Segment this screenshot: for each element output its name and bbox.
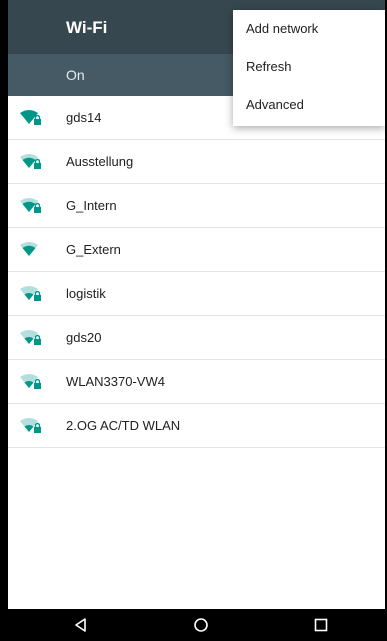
network-name: gds14 bbox=[66, 110, 102, 125]
wifi-signal-icon bbox=[19, 329, 43, 347]
page-title: Wi-Fi bbox=[66, 18, 108, 37]
network-name: G_Intern bbox=[66, 198, 117, 213]
network-row[interactable]: logistik bbox=[8, 272, 385, 316]
system-navigation-bar bbox=[8, 609, 385, 641]
wifi-signal-icon bbox=[19, 373, 43, 391]
network-row[interactable]: 2.OG AC/TD WLAN bbox=[8, 404, 385, 448]
wifi-signal-icon bbox=[19, 285, 43, 303]
network-row[interactable]: WLAN3370-VW4 bbox=[8, 360, 385, 404]
menu-item-add-network[interactable]: Add network bbox=[233, 10, 385, 48]
menu-item-advanced[interactable]: Advanced bbox=[233, 86, 385, 124]
wifi-signal-icon bbox=[19, 241, 43, 259]
network-name: logistik bbox=[66, 286, 106, 301]
back-icon[interactable] bbox=[72, 616, 90, 634]
network-name: G_Extern bbox=[66, 242, 121, 257]
network-row[interactable]: gds20 bbox=[8, 316, 385, 360]
network-list: gds14 Ausstellung G_Intern G_Extern logi… bbox=[8, 96, 385, 448]
network-row[interactable]: Ausstellung bbox=[8, 140, 385, 184]
wifi-status-label: On bbox=[66, 67, 85, 83]
overflow-menu: Add network Refresh Advanced bbox=[233, 10, 385, 126]
screen-edge-left bbox=[0, 0, 8, 641]
network-name: 2.OG AC/TD WLAN bbox=[66, 418, 181, 433]
network-name: Ausstellung bbox=[66, 154, 134, 169]
menu-item-refresh[interactable]: Refresh bbox=[233, 48, 385, 86]
network-row[interactable]: G_Extern bbox=[8, 228, 385, 272]
recents-icon[interactable] bbox=[312, 616, 330, 634]
network-name: WLAN3370-VW4 bbox=[66, 374, 165, 389]
wifi-signal-icon bbox=[19, 197, 43, 215]
wifi-signal-icon bbox=[19, 417, 43, 435]
wifi-signal-icon bbox=[19, 109, 43, 127]
wifi-signal-icon bbox=[19, 153, 43, 171]
home-icon[interactable] bbox=[192, 616, 210, 634]
network-row[interactable]: G_Intern bbox=[8, 184, 385, 228]
network-name: gds20 bbox=[66, 330, 102, 345]
